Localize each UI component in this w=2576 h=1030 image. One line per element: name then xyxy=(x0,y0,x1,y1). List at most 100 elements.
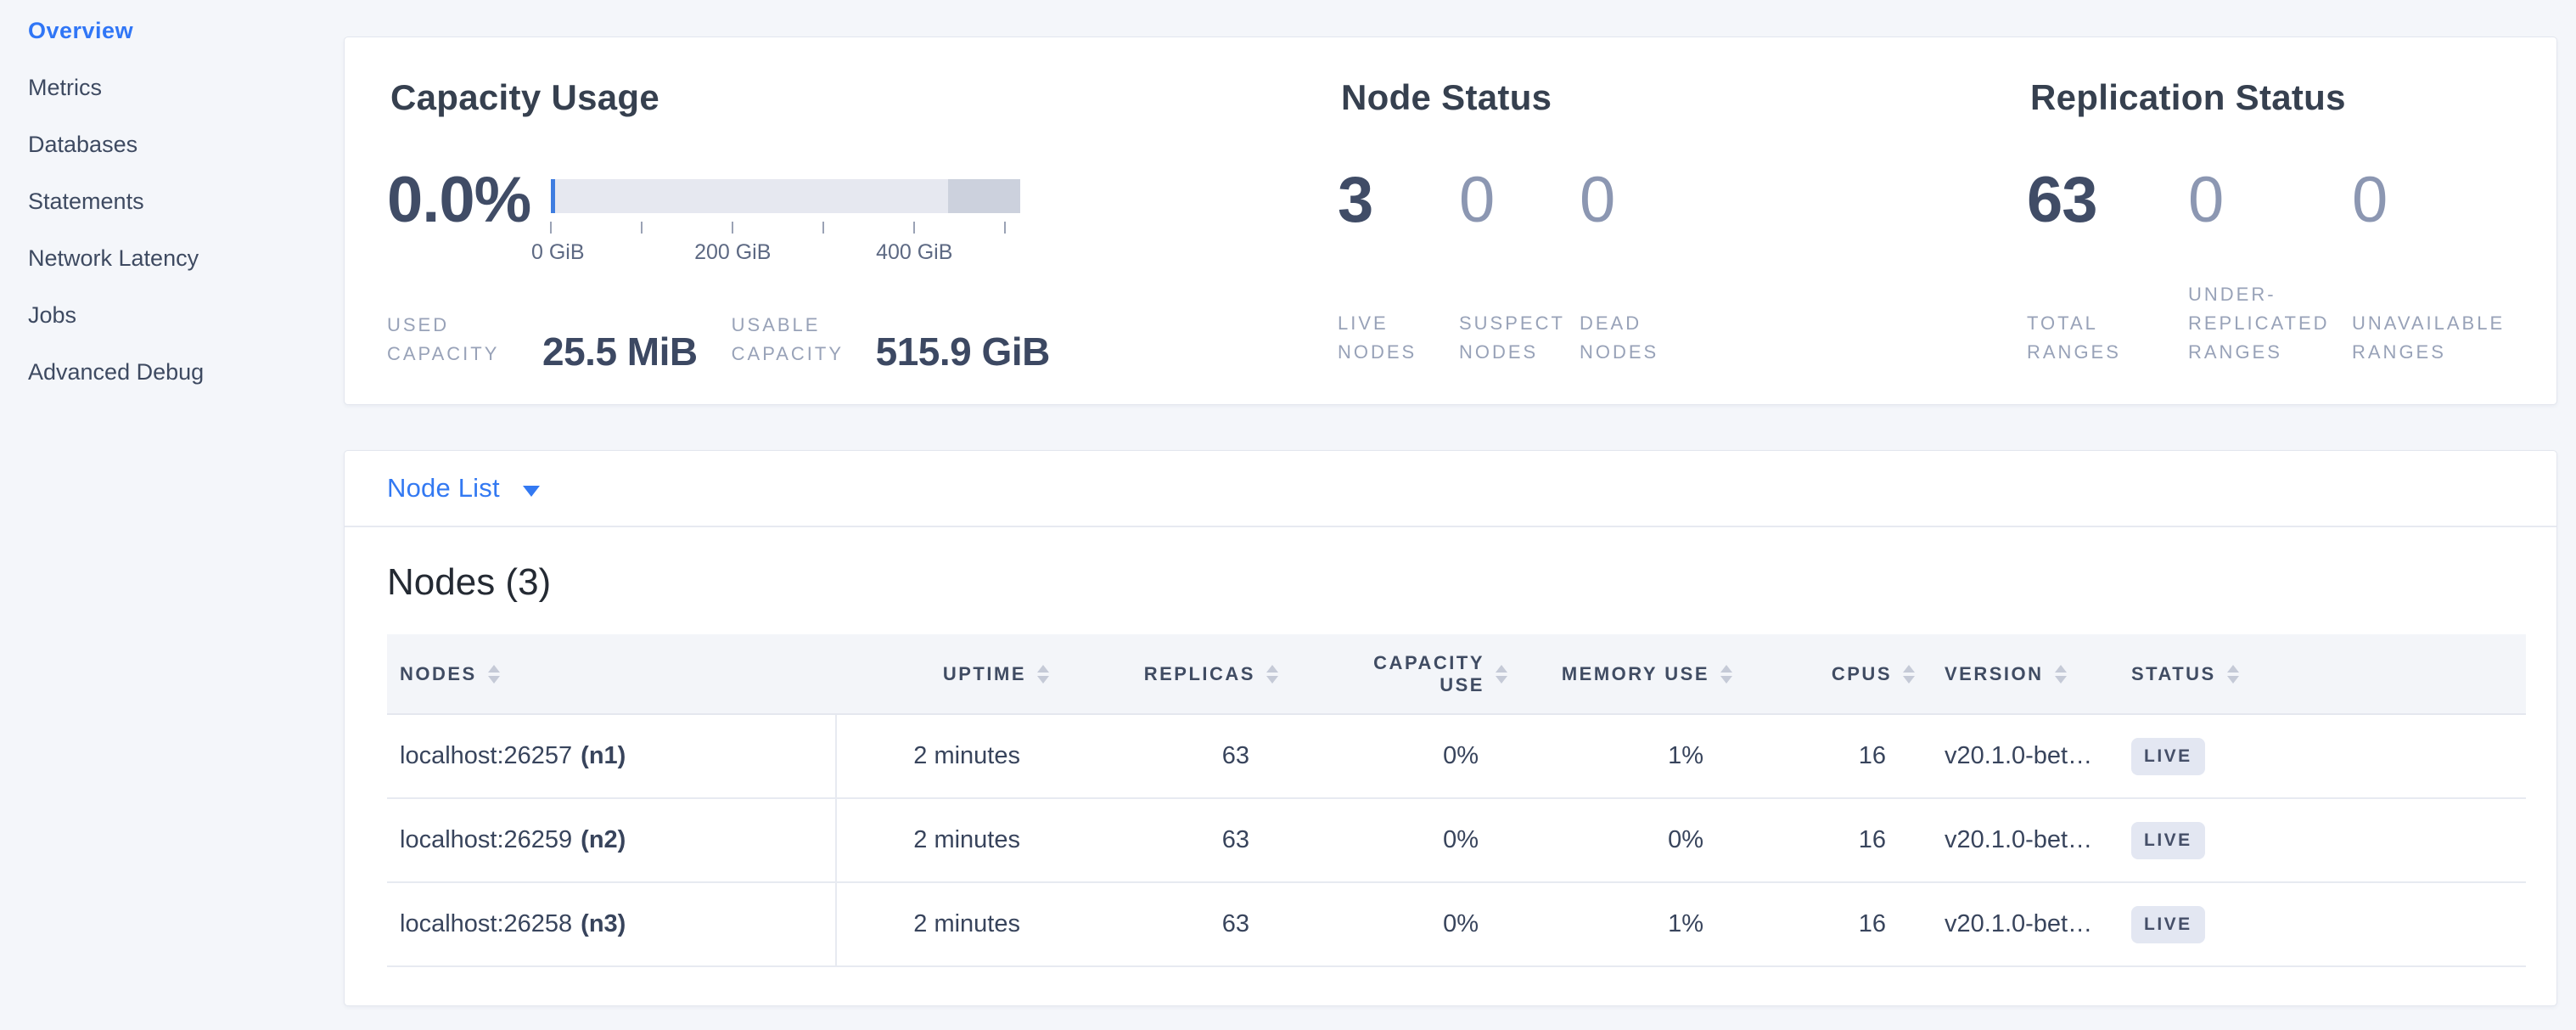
node-id: (n1) xyxy=(581,742,626,770)
memory-use-cell: 1% xyxy=(1507,742,1732,770)
uptime-cell: 2 minutes xyxy=(837,826,1049,854)
unavailable-ranges-label: UNAVAILABLE RANGES xyxy=(2352,309,2547,367)
column-header-memory-use[interactable]: MEMORY USE xyxy=(1507,663,1732,685)
column-header-replicas-label: REPLICAS xyxy=(1144,663,1255,685)
replication-status-section: Replication Status 63 TOTAL RANGES 0 UND… xyxy=(2027,37,2553,404)
sidebar-item-advanced-debug[interactable]: Advanced Debug xyxy=(0,344,344,401)
column-header-capacity-use-label: CAPACITY USE xyxy=(1357,652,1484,696)
capacity-used-percent: 0.0% xyxy=(387,165,530,236)
version-cell: v20.1.0-bet… xyxy=(1915,910,2114,938)
capacity-gauge-bar xyxy=(551,179,1020,213)
status-cell: LIVE xyxy=(2114,906,2526,943)
node-list-card: Node List Nodes (3) NODES UPTIME xyxy=(344,450,2557,1006)
used-capacity-value: 25.5 MiB xyxy=(542,331,698,372)
live-nodes-stat: 3 LIVE NODES xyxy=(1338,165,1459,236)
dead-nodes-label: DEAD NODES xyxy=(1580,309,1715,367)
node-id: (n3) xyxy=(581,910,626,938)
column-header-cpus[interactable]: CPUS xyxy=(1732,663,1915,685)
total-ranges-label: TOTAL RANGES xyxy=(2027,309,2188,367)
capacity-use-cell: 0% xyxy=(1278,742,1507,770)
usable-capacity-value: 515.9 GiB xyxy=(876,331,1050,372)
sort-icon xyxy=(1037,665,1049,684)
memory-use-cell: 0% xyxy=(1507,826,1732,854)
sort-icon xyxy=(2055,665,2067,684)
status-cell: LIVE xyxy=(2114,738,2526,775)
node-list-dropdown[interactable]: Node List xyxy=(387,473,540,504)
column-header-uptime-label: UPTIME xyxy=(943,663,1026,685)
table-row-node-2[interactable]: localhost:26259 (n2) 2 minutes 63 0% 0% … xyxy=(387,799,2526,883)
sort-icon xyxy=(1903,665,1915,684)
view-selector-row: Node List xyxy=(345,451,2556,527)
capacity-gauge-used-segment xyxy=(551,179,555,213)
sidebar-item-jobs[interactable]: Jobs xyxy=(0,287,344,344)
uptime-cell: 2 minutes xyxy=(837,742,1049,770)
capacity-use-cell: 0% xyxy=(1278,826,1507,854)
under-replicated-ranges-label: UNDER-REPLICATED RANGES xyxy=(2188,280,2352,367)
axis-label-0gib: 0 GiB xyxy=(531,240,585,265)
node-status-title: Node Status xyxy=(1341,77,1552,118)
dead-nodes-value: 0 xyxy=(1580,165,1715,236)
status-badge: LIVE xyxy=(2131,906,2205,943)
replicas-cell: 63 xyxy=(1049,742,1278,770)
replicas-cell: 63 xyxy=(1049,910,1278,938)
cpus-cell: 16 xyxy=(1732,826,1915,854)
sort-icon xyxy=(488,665,500,684)
node-list-dropdown-label: Node List xyxy=(387,473,500,504)
dead-nodes-stat: 0 DEAD NODES xyxy=(1580,165,1715,236)
column-header-nodes-label: NODES xyxy=(400,663,477,685)
unavailable-ranges-stat: 0 UNAVAILABLE RANGES xyxy=(2352,165,2547,236)
sidebar-item-overview[interactable]: Overview xyxy=(0,3,344,59)
suspect-nodes-label: SUSPECT NODES xyxy=(1459,309,1580,367)
unavailable-ranges-value: 0 xyxy=(2352,165,2547,236)
sidebar-item-metrics[interactable]: Metrics xyxy=(0,59,344,116)
table-row-node-1[interactable]: localhost:26257 (n1) 2 minutes 63 0% 1% … xyxy=(387,715,2526,799)
usable-capacity-stat: USABLE CAPACITY 515.9 GiB xyxy=(698,311,1050,369)
capacity-gauge-other-data-segment xyxy=(948,179,1020,213)
table-row-node-3[interactable]: localhost:26258 (n3) 2 minutes 63 0% 1% … xyxy=(387,883,2526,967)
used-capacity-stat: USED CAPACITY 25.5 MiB xyxy=(387,311,698,369)
sidebar-item-network-latency[interactable]: Network Latency xyxy=(0,230,344,287)
column-header-replicas[interactable]: REPLICAS xyxy=(1049,663,1278,685)
sidebar-item-statements[interactable]: Statements xyxy=(0,173,344,230)
column-header-nodes[interactable]: NODES xyxy=(387,663,837,685)
version-cell: v20.1.0-bet… xyxy=(1915,742,2114,770)
column-header-cpus-label: CPUS xyxy=(1832,663,1892,685)
column-header-capacity-use[interactable]: CAPACITY USE xyxy=(1278,652,1507,696)
node-status-section: Node Status 3 LIVE NODES 0 SUSPECT NODES… xyxy=(1338,37,2017,404)
capacity-use-cell: 0% xyxy=(1278,910,1507,938)
axis-label-200gib: 200 GiB xyxy=(694,240,771,265)
column-header-uptime[interactable]: UPTIME xyxy=(837,663,1049,685)
live-nodes-value: 3 xyxy=(1338,165,1459,236)
total-ranges-value: 63 xyxy=(2027,165,2188,236)
column-header-memory-use-label: MEMORY USE xyxy=(1562,663,1709,685)
replication-status-title: Replication Status xyxy=(2030,77,2346,118)
sidebar-item-databases[interactable]: Databases xyxy=(0,116,344,173)
cpus-cell: 16 xyxy=(1732,742,1915,770)
chevron-down-icon xyxy=(523,486,540,497)
used-capacity-label: USED CAPACITY xyxy=(387,311,527,369)
node-address-cell: localhost:26259 (n2) xyxy=(387,799,837,881)
node-address-cell: localhost:26258 (n3) xyxy=(387,883,837,965)
sort-icon xyxy=(1720,665,1732,684)
column-header-status[interactable]: STATUS xyxy=(2114,663,2526,685)
status-badge: LIVE xyxy=(2131,738,2205,775)
live-nodes-label: LIVE NODES xyxy=(1338,309,1459,367)
main-content: Capacity Usage 0.0% xyxy=(344,0,2576,1006)
cpus-cell: 16 xyxy=(1732,910,1915,938)
nodes-table: NODES UPTIME REPLICAS CAPACITY USE xyxy=(387,634,2526,967)
suspect-nodes-stat: 0 SUSPECT NODES xyxy=(1459,165,1580,236)
column-header-version[interactable]: VERSION xyxy=(1915,663,2114,685)
suspect-nodes-value: 0 xyxy=(1459,165,1580,236)
node-id: (n2) xyxy=(581,826,626,854)
column-header-status-label: STATUS xyxy=(2131,663,2216,685)
cluster-summary-card: Capacity Usage 0.0% xyxy=(344,37,2557,405)
capacity-gauge: 0 GiB 200 GiB 400 GiB xyxy=(551,179,1020,273)
under-replicated-ranges-stat: 0 UNDER-REPLICATED RANGES xyxy=(2188,165,2352,236)
capacity-usage-section: Capacity Usage 0.0% xyxy=(387,37,1329,404)
node-address: localhost:26258 xyxy=(400,910,572,938)
version-cell: v20.1.0-bet… xyxy=(1915,826,2114,854)
cluster-overview-page: Overview Metrics Databases Statements Ne… xyxy=(0,0,2576,1030)
nodes-count-heading: Nodes (3) xyxy=(387,561,2556,604)
capacity-gauge-axis: 0 GiB 200 GiB 400 GiB xyxy=(551,213,1020,273)
under-replicated-ranges-value: 0 xyxy=(2188,165,2352,236)
